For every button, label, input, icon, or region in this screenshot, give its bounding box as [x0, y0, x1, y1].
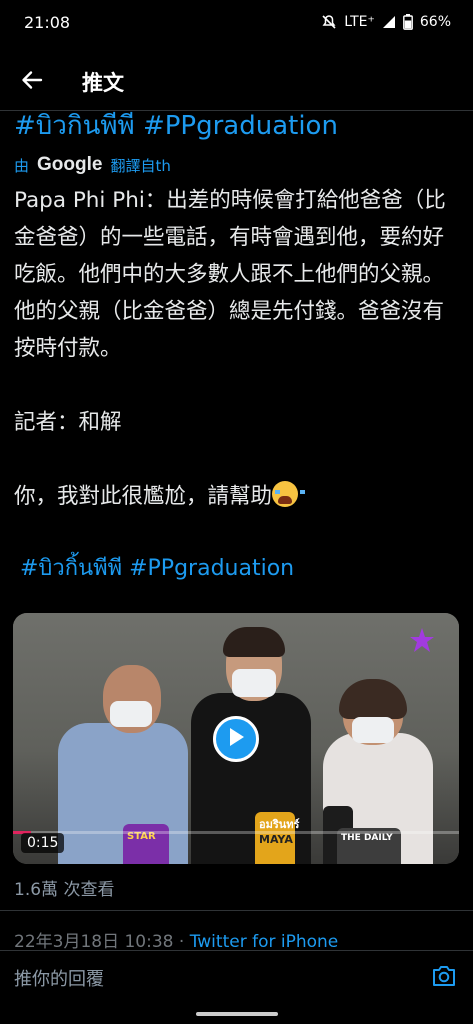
mic-label: MAYA [259, 833, 293, 846]
page-title: 推文 [82, 71, 124, 95]
crying-face-emoji-icon [272, 481, 306, 507]
person-right-mask [352, 717, 394, 743]
play-icon [227, 727, 245, 751]
person-middle-mask [232, 669, 276, 697]
tweet-paragraph: 記者：和解 [14, 410, 122, 435]
arrow-left-icon [21, 69, 43, 95]
view-count[interactable]: 1.6萬 次查看 [14, 875, 114, 900]
google-logo: Google [37, 154, 103, 175]
status-time: 21:08 [24, 12, 71, 32]
battery-icon [402, 14, 413, 30]
person-left-mask [110, 701, 152, 727]
play-button[interactable] [213, 716, 259, 762]
person-middle-hair [223, 627, 285, 657]
translated-from-label: 翻譯自th [110, 156, 171, 175]
meta-divider [0, 910, 473, 911]
tweet-text: Papa Phi Phi：出差的時候會打給他爸爸（比金爸爸）的一些電話，有時會遇… [14, 182, 459, 515]
reply-bar: 推你的回覆 [0, 950, 473, 1004]
video-player[interactable]: STAR อมรินทร์ MAYA THE DAILY 0:15 [13, 613, 459, 864]
tweet-meta: 22年3月18日 10:38 · Twitter for iPhone [14, 927, 338, 952]
tweet-datetime[interactable]: 22年3月18日 10:38 [14, 932, 173, 952]
tweet-source-link[interactable]: Twitter for iPhone [190, 932, 339, 952]
microphone-cluster: STAR อมรินทร์ MAYA THE DAILY [123, 793, 423, 864]
top-nav: 推文 [0, 56, 473, 108]
meta-separator: · [173, 932, 190, 952]
back-button[interactable] [0, 58, 64, 106]
channel-logo-icon [410, 628, 434, 652]
gesture-navigation-bar[interactable] [196, 1012, 278, 1016]
tweet-paragraph: 你，我對此很尷尬，請幫助 [14, 484, 273, 509]
network-label: LTE⁺ [344, 14, 375, 30]
camera-icon[interactable] [431, 964, 457, 992]
signal-icon [382, 15, 396, 29]
mic-label: THE DAILY [341, 833, 393, 843]
hashtag-links-top[interactable]: #บิวกินพีพี #PPgraduation [14, 108, 338, 144]
status-bar: 21:08 LTE⁺ 66% [0, 0, 473, 44]
translation-attribution[interactable]: 由 Google 翻譯自th [14, 154, 171, 176]
tweet-paragraph: Papa Phi Phi：出差的時候會打給他爸爸（比金爸爸）的一些電話，有時會遇… [14, 188, 446, 361]
mute-icon [321, 14, 337, 30]
reply-input[interactable]: 推你的回覆 [14, 965, 104, 991]
status-icons: LTE⁺ 66% [321, 14, 451, 30]
video-progress-bar[interactable] [13, 831, 459, 834]
battery-percent: 66% [419, 14, 451, 30]
hashtag-links-bottom[interactable]: #บิวกิ้นพีพี #PPgraduation [20, 550, 294, 585]
translated-by-label: 由 [14, 156, 30, 175]
microphone [123, 824, 169, 864]
video-timecode: 0:15 [21, 833, 65, 853]
tweet-paragraph-with-emoji: 你，我對此很尷尬，請幫助 [14, 478, 459, 515]
